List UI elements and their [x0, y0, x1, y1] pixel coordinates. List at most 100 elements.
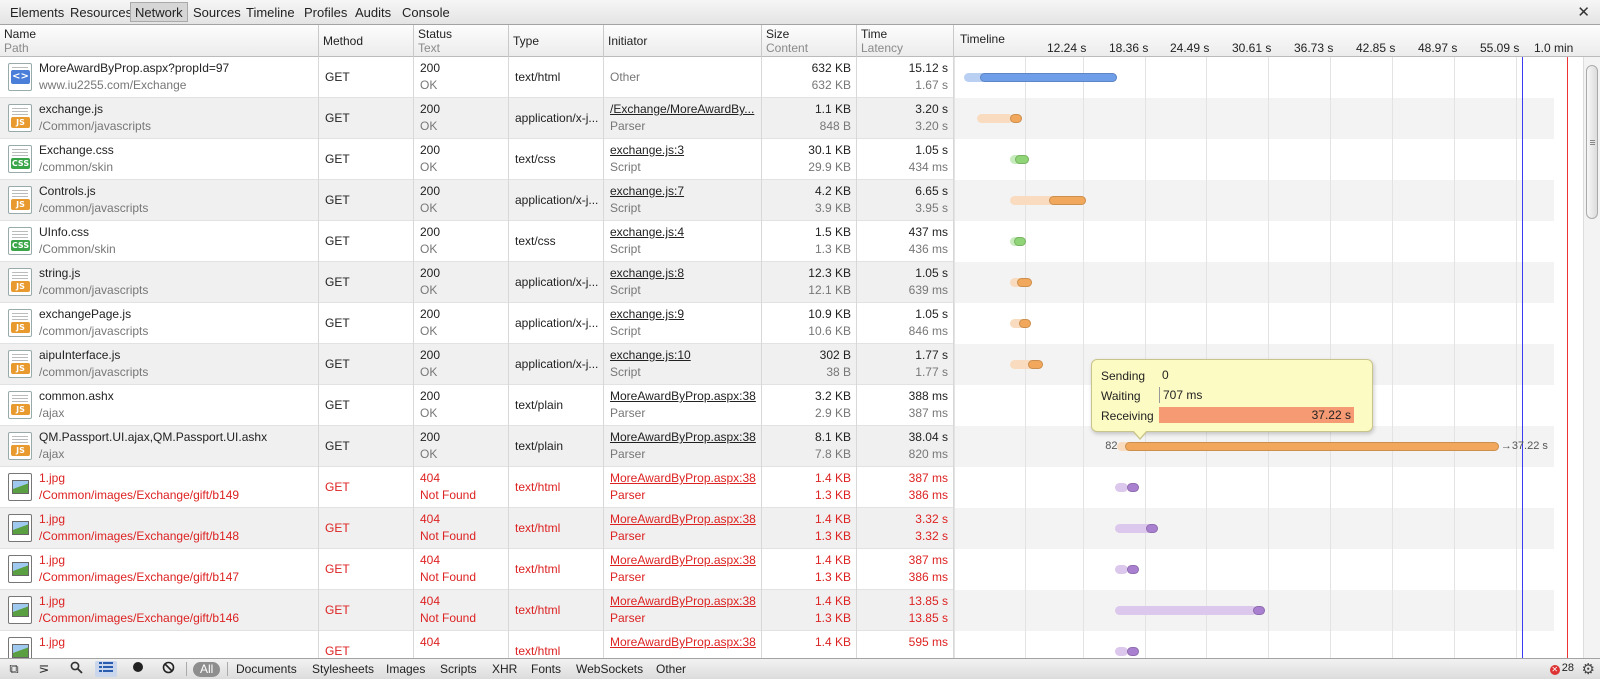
- dock-icon[interactable]: ⧉: [3, 661, 25, 677]
- tooltip-waiting-value: 707 ms: [1159, 387, 1202, 403]
- clear-icon[interactable]: [157, 661, 179, 677]
- initiator-link[interactable]: MoreAwardByProp.aspx:38: [610, 512, 756, 526]
- cell-name[interactable]: 1.jpg/Common/images/Exchange/gift/b148: [0, 508, 319, 549]
- table-row[interactable]: 1.jpg/Common/images/Exchange/gift/b148 GE…: [0, 508, 954, 549]
- table-row[interactable]: JS Controls.js/common/javascripts GET 200 OK…: [0, 180, 954, 221]
- table-row[interactable]: JS exchangePage.js/common/javascripts GET 2…: [0, 303, 954, 344]
- tab-timeline[interactable]: Timeline: [242, 3, 299, 22]
- cell-name[interactable]: JS common.ashx/ajax: [0, 385, 319, 426]
- initiator-link[interactable]: exchange.js:10: [610, 348, 691, 362]
- cell-name[interactable]: JS exchangePage.js/common/javascripts: [0, 303, 319, 344]
- filter-xhr[interactable]: XHR: [492, 662, 517, 676]
- initiator-link[interactable]: exchange.js:9: [610, 307, 684, 321]
- large-rows-icon[interactable]: [95, 661, 117, 677]
- initiator-type: Script: [610, 201, 641, 215]
- filter-other[interactable]: Other: [656, 662, 686, 676]
- table-row[interactable]: <> MoreAwardByProp.aspx?propId=97 www.iu22…: [0, 57, 954, 98]
- initiator-link[interactable]: MoreAwardByProp.aspx:38: [610, 553, 756, 567]
- cell-initiator: exchange.js:9 Script: [604, 303, 762, 344]
- console-drawer-icon[interactable]: ⋝: [33, 661, 55, 677]
- header-size[interactable]: Size Content: [762, 25, 857, 57]
- initiator-link[interactable]: exchange.js:7: [610, 184, 684, 198]
- cell-name[interactable]: 1.jpg: [0, 631, 319, 658]
- table-row[interactable]: JS exchange.js/Common/javascripts GET 200 OK…: [0, 98, 954, 139]
- table-row[interactable]: 1.jpg GET 404 text/html MoreAwardByProp.aspx…: [0, 631, 954, 658]
- table-row[interactable]: CSS UInfo.css/Common/skin GET 200 OK text/css…: [0, 221, 954, 262]
- initiator-link[interactable]: MoreAwardByProp.aspx:38: [610, 635, 756, 649]
- filter-fonts[interactable]: Fonts: [531, 662, 561, 676]
- initiator-link[interactable]: exchange.js:8: [610, 266, 684, 280]
- header-status[interactable]: Status Text: [414, 25, 509, 57]
- table-row[interactable]: JS string.js/common/javascripts GET 200 OK ap…: [0, 262, 954, 303]
- cell-name[interactable]: JS Controls.js/common/javascripts: [0, 180, 319, 221]
- status-code: 200: [420, 307, 441, 321]
- search-icon[interactable]: [65, 661, 87, 677]
- size-value: 3.2 KB: [814, 389, 851, 403]
- resource-name: MoreAwardByProp.aspx?propId=97: [39, 61, 230, 75]
- cell-name[interactable]: <> MoreAwardByProp.aspx?propId=97 www.iu22…: [0, 57, 319, 98]
- tab-network[interactable]: Network: [130, 2, 188, 22]
- table-row[interactable]: JS aipuInterface.js/common/javascripts GET…: [0, 344, 954, 385]
- timeline-tick-label: 1.0 min: [1534, 41, 1574, 55]
- filter-all[interactable]: All: [193, 662, 221, 677]
- table-row[interactable]: 1.jpg/Common/images/Exchange/gift/b147 GE…: [0, 549, 954, 590]
- header-timeline[interactable]: Timeline 12.24 s 18.36 s 24.49 s 30.61 s 36.…: [954, 25, 1583, 57]
- header-latency-label: Latency: [861, 41, 904, 55]
- record-icon[interactable]: [127, 661, 149, 677]
- cell-name[interactable]: CSS Exchange.css/common/skin: [0, 139, 319, 180]
- filter-websockets[interactable]: WebSockets: [576, 662, 643, 676]
- header-name[interactable]: Name Path: [0, 25, 319, 57]
- cell-name[interactable]: 1.jpg/Common/images/Exchange/gift/b149: [0, 467, 319, 508]
- initiator-link[interactable]: exchange.js:3: [610, 143, 684, 157]
- table-row[interactable]: JS QM.Passport.UI.ajax,QM.Passport.UI.ash…: [0, 426, 954, 467]
- initiator-type: Parser: [610, 611, 646, 625]
- cell-status: 200 OK: [414, 426, 509, 467]
- tab-sources[interactable]: Sources: [189, 3, 245, 22]
- tab-console[interactable]: Console: [398, 3, 454, 22]
- cell-name[interactable]: CSS UInfo.css/Common/skin: [0, 221, 319, 262]
- cell-name[interactable]: JS QM.Passport.UI.ajax,QM.Passport.UI.ash…: [0, 426, 319, 467]
- tooltip-receiving-bar: 37.22 s: [1159, 407, 1354, 423]
- table-row[interactable]: 1.jpg/Common/images/Exchange/gift/b146 GE…: [0, 590, 954, 631]
- filter-images[interactable]: Images: [386, 662, 425, 676]
- cell-size: 632 KB 632 KB: [762, 57, 857, 98]
- table-row[interactable]: JS common.ashx/ajax GET 200 OK text/plain More…: [0, 385, 954, 426]
- image-thumbnail-glyph: [12, 562, 29, 576]
- cell-name[interactable]: JS string.js/common/javascripts: [0, 262, 319, 303]
- cell-name[interactable]: 1.jpg/Common/images/Exchange/gift/b146: [0, 590, 319, 631]
- table-row[interactable]: 1.jpg/Common/images/Exchange/gift/b149 GE…: [0, 467, 954, 508]
- header-type[interactable]: Type: [509, 25, 604, 57]
- header-initiator[interactable]: Initiator: [604, 25, 762, 57]
- file-type-badge: CSS: [11, 158, 30, 169]
- initiator-link[interactable]: exchange.js:4: [610, 225, 684, 239]
- status-text: OK: [420, 447, 438, 461]
- tab-elements[interactable]: Elements: [6, 3, 68, 22]
- cell-name[interactable]: JS aipuInterface.js/common/javascripts: [0, 344, 319, 385]
- status-code: 404: [420, 635, 441, 649]
- time-value: 1.05 s: [915, 266, 948, 280]
- close-icon[interactable]: ✕: [1577, 3, 1590, 21]
- initiator-link[interactable]: MoreAwardByProp.aspx:38: [610, 471, 756, 485]
- initiator-type: Parser: [610, 570, 646, 584]
- tab-profiles[interactable]: Profiles: [300, 3, 351, 22]
- filter-stylesheets[interactable]: Stylesheets: [312, 662, 374, 676]
- tab-audits[interactable]: Audits: [351, 3, 395, 22]
- initiator-link[interactable]: MoreAwardByProp.aspx:38: [610, 594, 756, 608]
- cell-name[interactable]: 1.jpg/Common/images/Exchange/gift/b147: [0, 549, 319, 590]
- header-time[interactable]: Time Latency: [857, 25, 954, 57]
- initiator-link[interactable]: MoreAwardByProp.aspx:38: [610, 430, 756, 444]
- filter-documents[interactable]: Documents: [236, 662, 297, 676]
- header-method[interactable]: Method: [319, 25, 414, 57]
- scrollbar-thumb[interactable]: [1586, 65, 1598, 219]
- initiator-link[interactable]: /Exchange/MoreAwardBy...: [610, 102, 754, 116]
- cell-size: 1.4 KB 1.3 KB: [762, 467, 857, 508]
- vertical-scrollbar[interactable]: [1583, 57, 1600, 658]
- filter-scripts[interactable]: Scripts: [440, 662, 477, 676]
- tab-resources[interactable]: Resources: [66, 3, 136, 22]
- cell-name[interactable]: JS exchange.js/Common/javascripts: [0, 98, 319, 139]
- status-code: 404: [420, 594, 441, 608]
- initiator-link[interactable]: MoreAwardByProp.aspx:38: [610, 389, 756, 403]
- error-count-badge[interactable]: ✕ 28: [1549, 662, 1574, 675]
- table-row[interactable]: CSS Exchange.css/common/skin GET 200 OK text/…: [0, 139, 954, 180]
- gear-icon[interactable]: ⚙: [1582, 660, 1595, 678]
